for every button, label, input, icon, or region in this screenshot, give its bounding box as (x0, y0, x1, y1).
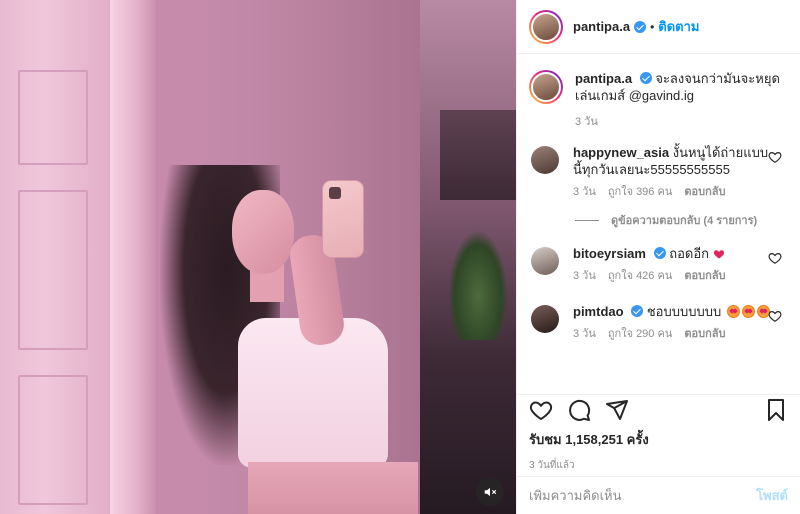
star-struck-emoji-icon (741, 305, 755, 318)
comment-likes[interactable]: ถูกใจ 396 คน (608, 184, 672, 201)
commenter-avatar[interactable] (531, 305, 559, 333)
separator-dot: • (650, 19, 655, 34)
comment-time[interactable]: 3 วัน (573, 184, 596, 201)
reply-button[interactable]: ตอบกลับ (684, 326, 725, 343)
background-plant (448, 230, 508, 340)
door-frame (110, 0, 156, 514)
comment-username[interactable]: bitoeyrsiam (573, 246, 646, 261)
comment-time[interactable]: 3 วัน (573, 326, 596, 343)
background-door (0, 0, 110, 514)
verified-badge-icon (639, 72, 652, 84)
comment-text: ถอดอีก (669, 246, 710, 261)
comment-input[interactable] (529, 488, 729, 503)
heart-icon[interactable] (768, 309, 782, 323)
post-comment-button[interactable]: โพสต์ (756, 485, 788, 506)
comment-likes[interactable]: ถูกใจ 290 คน (608, 326, 672, 343)
caption-avatar[interactable] (529, 70, 563, 104)
comment-username[interactable]: happynew_asia (573, 145, 669, 160)
commenter-avatar[interactable] (531, 247, 559, 275)
post-actions: รับชม 1,158,251 ครั้ง 3 วันที่แล้ว (517, 394, 800, 473)
view-count[interactable]: รับชม 1,158,251 ครั้ง (529, 429, 788, 450)
post-sidebar: pantipa.a • ติดตาม pantipa.a จะลงจนกว่าม… (516, 0, 800, 514)
red-heart-emoji-icon (713, 250, 724, 259)
comment-time[interactable]: 3 วัน (573, 268, 596, 285)
post-header: pantipa.a • ติดตาม (517, 0, 800, 54)
commenter-avatar[interactable] (531, 146, 559, 174)
heart-icon[interactable] (768, 251, 782, 265)
comment-icon[interactable] (567, 398, 591, 422)
verified-badge-icon (634, 20, 647, 33)
person-face (232, 190, 294, 274)
comment-item: bitoeyrsiam ถอดอีก 3 วัน ถูกใจ 426 คน ตอ… (517, 245, 800, 285)
bookmark-icon[interactable] (764, 398, 788, 422)
caption-username[interactable]: pantipa.a (575, 71, 632, 86)
verified-badge-icon (653, 247, 666, 259)
comment-item: pimtdao ชอบบบบบบบ 3 วัน ถูกใจ 290 คน ตอบ… (517, 303, 800, 343)
view-replies-button[interactable]: ดูข้อความตอบกลับ (4 รายการ) (575, 211, 800, 229)
post-caption: pantipa.a จะลงจนกว่ามันจะหยุดเล่นเกมส์ @… (517, 54, 800, 104)
comment-likes[interactable]: ถูกใจ 426 คน (608, 268, 672, 285)
share-icon[interactable] (605, 398, 629, 422)
author-avatar[interactable] (529, 9, 563, 44)
comment-text: ชอบบบบบบบ (646, 304, 722, 319)
comment-item: happynew_asia งั้นหนูได้ถ่ายแบบนี้ทุกวัน… (517, 144, 800, 201)
heart-icon[interactable] (768, 150, 782, 164)
caption-time[interactable]: 3 วัน (575, 112, 800, 130)
mute-button[interactable] (476, 478, 504, 506)
mute-icon (484, 487, 497, 497)
view-replies-label: ดูข้อความตอบกลับ (4 รายการ) (611, 215, 758, 227)
comment-list[interactable]: pantipa.a จะลงจนกว่ามันจะหยุดเล่นเกมส์ @… (517, 54, 800, 394)
comment-username[interactable]: pimtdao (573, 304, 624, 319)
phone-in-mirror (322, 180, 364, 258)
heart-icon[interactable] (529, 398, 553, 422)
verified-badge-icon (631, 305, 644, 317)
author-username[interactable]: pantipa.a (573, 19, 630, 34)
reply-button[interactable]: ตอบกลับ (684, 268, 725, 285)
follow-button[interactable]: ติดตาม (658, 16, 699, 37)
post-media[interactable] (0, 0, 516, 514)
star-struck-emoji-icon (726, 305, 740, 318)
reply-button[interactable]: ตอบกลับ (684, 184, 725, 201)
post-timestamp[interactable]: 3 วันที่แล้ว (529, 458, 788, 473)
add-comment-bar: โพสต์ (517, 476, 800, 514)
